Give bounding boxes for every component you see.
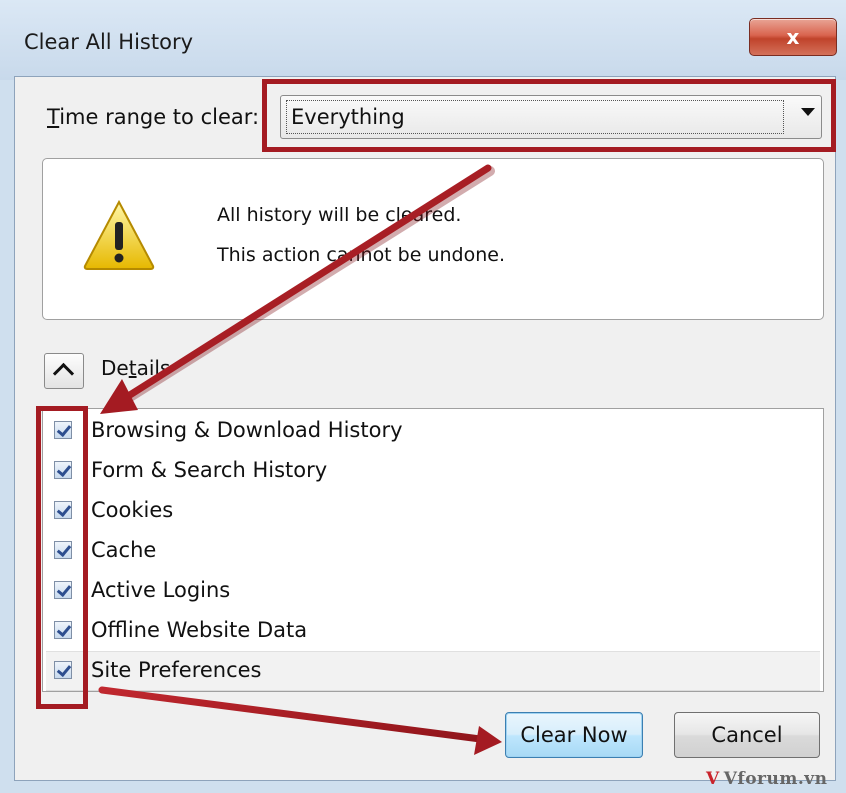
time-range-label-accesskey: T	[47, 105, 60, 129]
list-item-label: Cache	[91, 538, 157, 562]
list-item-label: Form & Search History	[91, 458, 328, 482]
time-range-label-text: ime range to clear:	[59, 105, 260, 129]
list-item-label: Site Preferences	[91, 658, 262, 682]
details-toggle-button[interactable]	[44, 353, 84, 389]
checkboxes-highlight-box	[36, 406, 88, 709]
list-item-label: Browsing & Download History	[91, 418, 403, 442]
warning-message-line2: This action cannot be undone.	[217, 244, 506, 266]
list-item-site-preferences[interactable]: Site Preferences	[46, 651, 820, 691]
list-item-offline-website-data[interactable]: Offline Website Data	[46, 612, 820, 650]
time-range-label: Time range to clear:	[47, 105, 259, 129]
close-button[interactable]: x	[749, 18, 837, 56]
dialog-window: Clear All History x Time range to clear:…	[0, 0, 846, 793]
list-item-label: Cookies	[91, 498, 174, 522]
list-item-label: Active Logins	[91, 578, 231, 602]
window-title: Clear All History	[24, 30, 194, 54]
warning-panel	[42, 158, 824, 320]
details-label-post: ails	[136, 356, 171, 380]
warning-message-line1: All history will be cleared.	[217, 204, 462, 226]
list-item-label: Offline Website Data	[91, 618, 308, 642]
list-item-form-search-history[interactable]: Form & Search History	[46, 452, 820, 490]
chevron-up-icon	[52, 362, 75, 385]
list-item-active-logins[interactable]: Active Logins	[46, 572, 820, 610]
warning-icon	[83, 199, 155, 270]
watermark: V Vforum.vn	[706, 769, 828, 789]
list-item-browsing-download-history[interactable]: Browsing & Download History	[46, 412, 820, 450]
cancel-button[interactable]: Cancel	[674, 712, 820, 758]
time-range-highlight-box	[262, 79, 836, 152]
close-icon: x	[786, 25, 800, 49]
watermark-text: Vforum.vn	[723, 769, 828, 789]
details-label: Details	[101, 356, 170, 380]
clear-now-button[interactable]: Clear Now	[505, 712, 643, 758]
details-label-accesskey: t	[128, 356, 137, 380]
watermark-logo: V	[706, 769, 720, 789]
list-item-cache[interactable]: Cache	[46, 532, 820, 570]
details-label-pre: De	[101, 356, 129, 380]
list-item-cookies[interactable]: Cookies	[46, 492, 820, 530]
